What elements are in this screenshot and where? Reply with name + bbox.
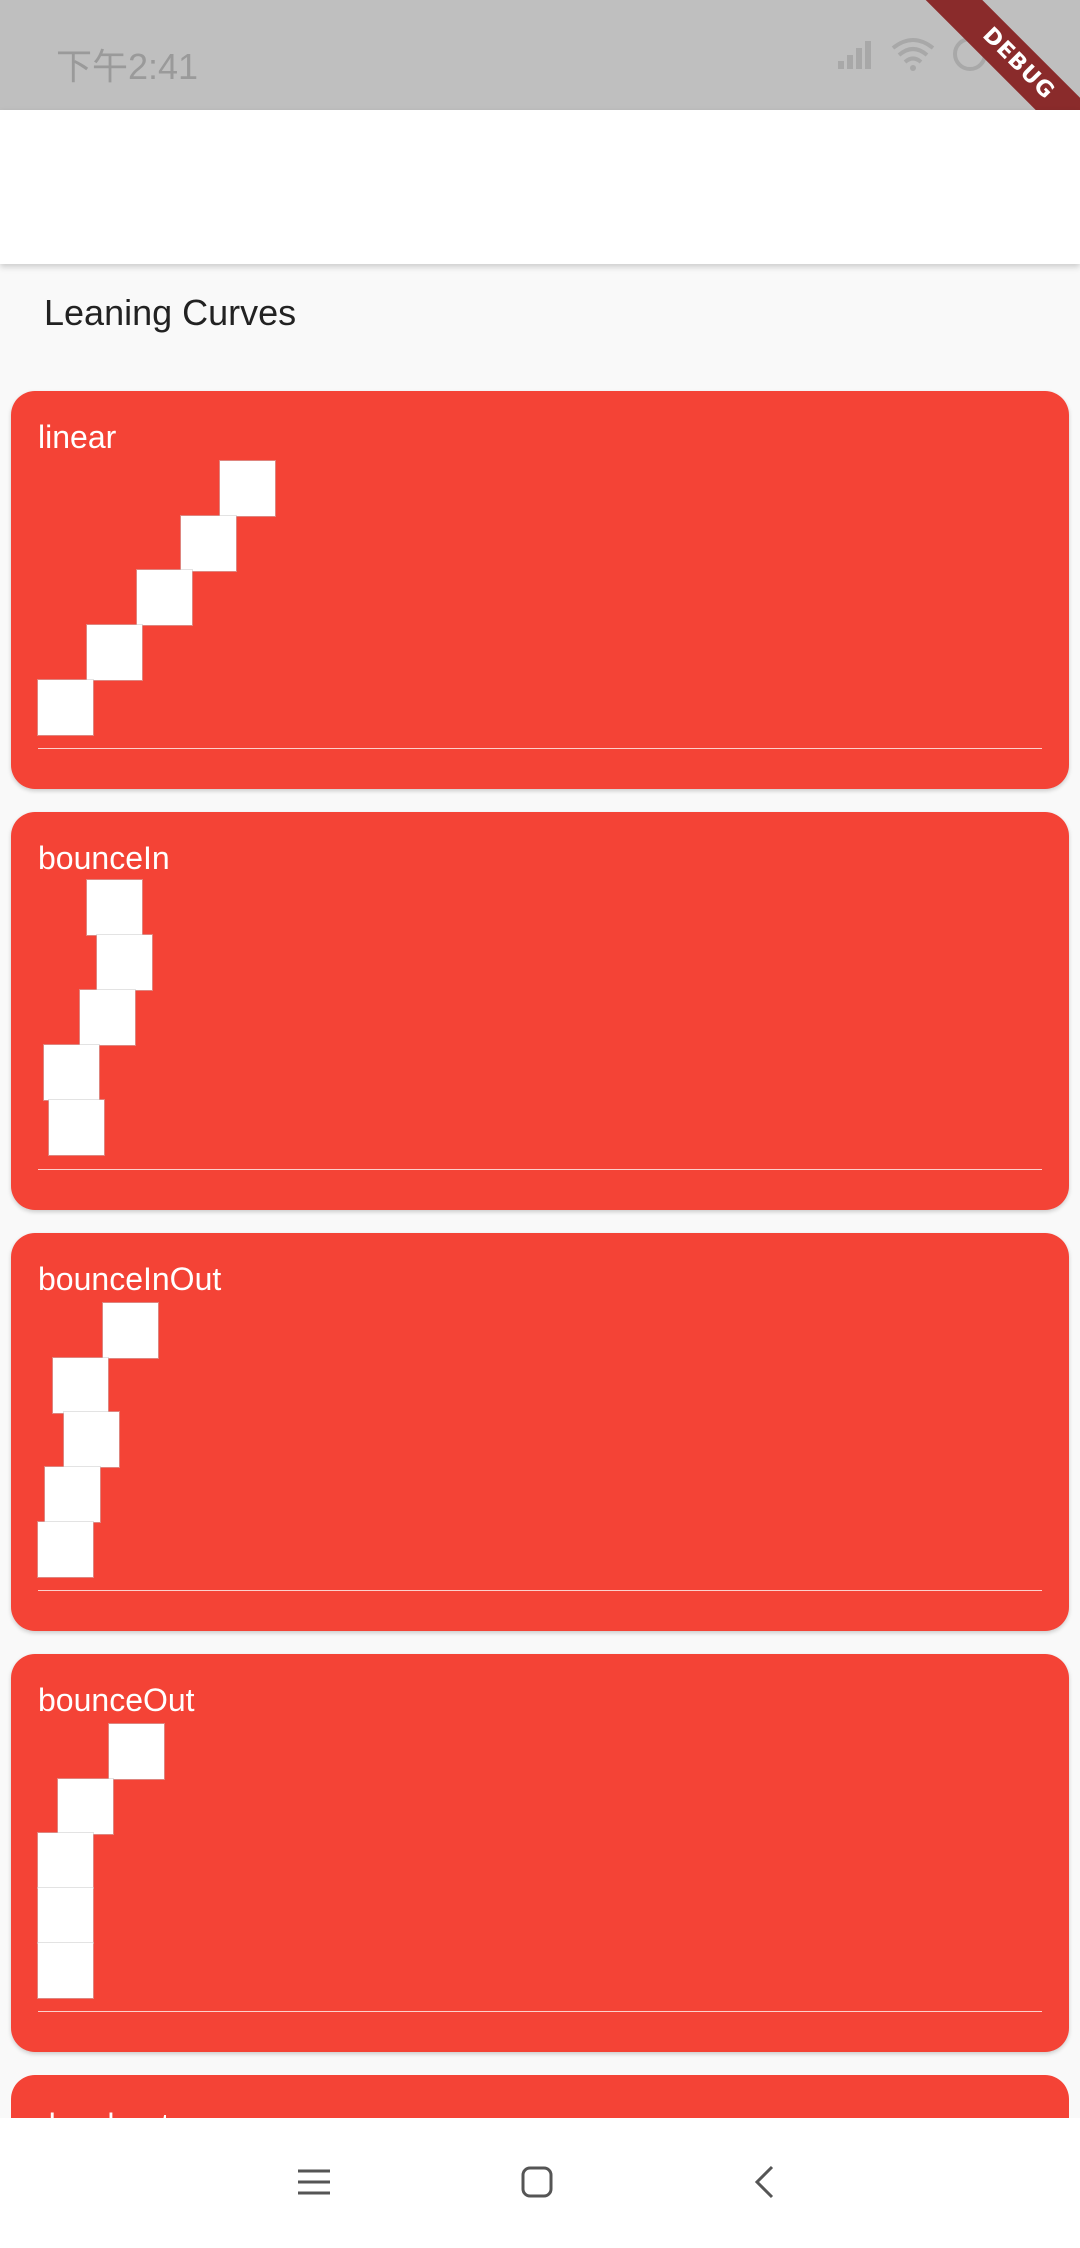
navigation-bar: [0, 2118, 1080, 2248]
animated-box: [86, 624, 143, 681]
page-title: Leaning Curves: [44, 292, 297, 333]
baseline-divider: [38, 1169, 1042, 1170]
animated-box: [108, 1723, 165, 1780]
baseline-divider: [38, 1590, 1042, 1591]
animated-box: [79, 989, 136, 1046]
animated-box: [86, 879, 143, 936]
status-time: 下午2:41: [56, 46, 199, 87]
animated-box: [43, 1044, 100, 1101]
animated-box: [52, 1357, 109, 1414]
curve-label: bounceOut: [38, 1682, 195, 1718]
curve-card-bounceInOut: bounceInOut: [11, 1233, 1069, 1631]
animated-box: [102, 1302, 159, 1359]
back-icon[interactable]: [740, 2158, 788, 2206]
curve-label: bounceInOut: [38, 1261, 222, 1297]
animated-box: [48, 1099, 105, 1156]
animated-box: [136, 569, 193, 626]
animated-box: [37, 1887, 94, 1944]
home-icon[interactable]: [513, 2158, 561, 2206]
menu-icon[interactable]: [290, 2158, 338, 2206]
status-icons: [836, 34, 990, 74]
app-bar: [0, 110, 1080, 264]
animated-box: [44, 1466, 101, 1523]
animated-box: [180, 515, 237, 572]
animated-box: [37, 1832, 94, 1889]
curve-card-bounceIn: bounceIn: [11, 812, 1069, 1210]
animated-box: [37, 1942, 94, 1999]
curve-label: bounceIn: [38, 840, 170, 876]
wifi-icon: [890, 36, 936, 72]
animated-box: [37, 1521, 94, 1578]
animated-box: [96, 934, 153, 991]
signal-icon: [836, 37, 876, 71]
baseline-divider: [38, 2011, 1042, 2012]
curve-label: linear: [38, 419, 117, 455]
animated-box: [63, 1411, 120, 1468]
status-bar: 下午2:41: [0, 0, 1080, 110]
animated-box: [219, 460, 276, 517]
curve-card-linear: linear: [11, 391, 1069, 789]
baseline-divider: [38, 748, 1042, 749]
alarm-icon: [950, 34, 990, 74]
animated-box: [57, 1778, 114, 1835]
animated-box: [37, 679, 94, 736]
curve-card-bounceOut: bounceOut: [11, 1654, 1069, 2052]
